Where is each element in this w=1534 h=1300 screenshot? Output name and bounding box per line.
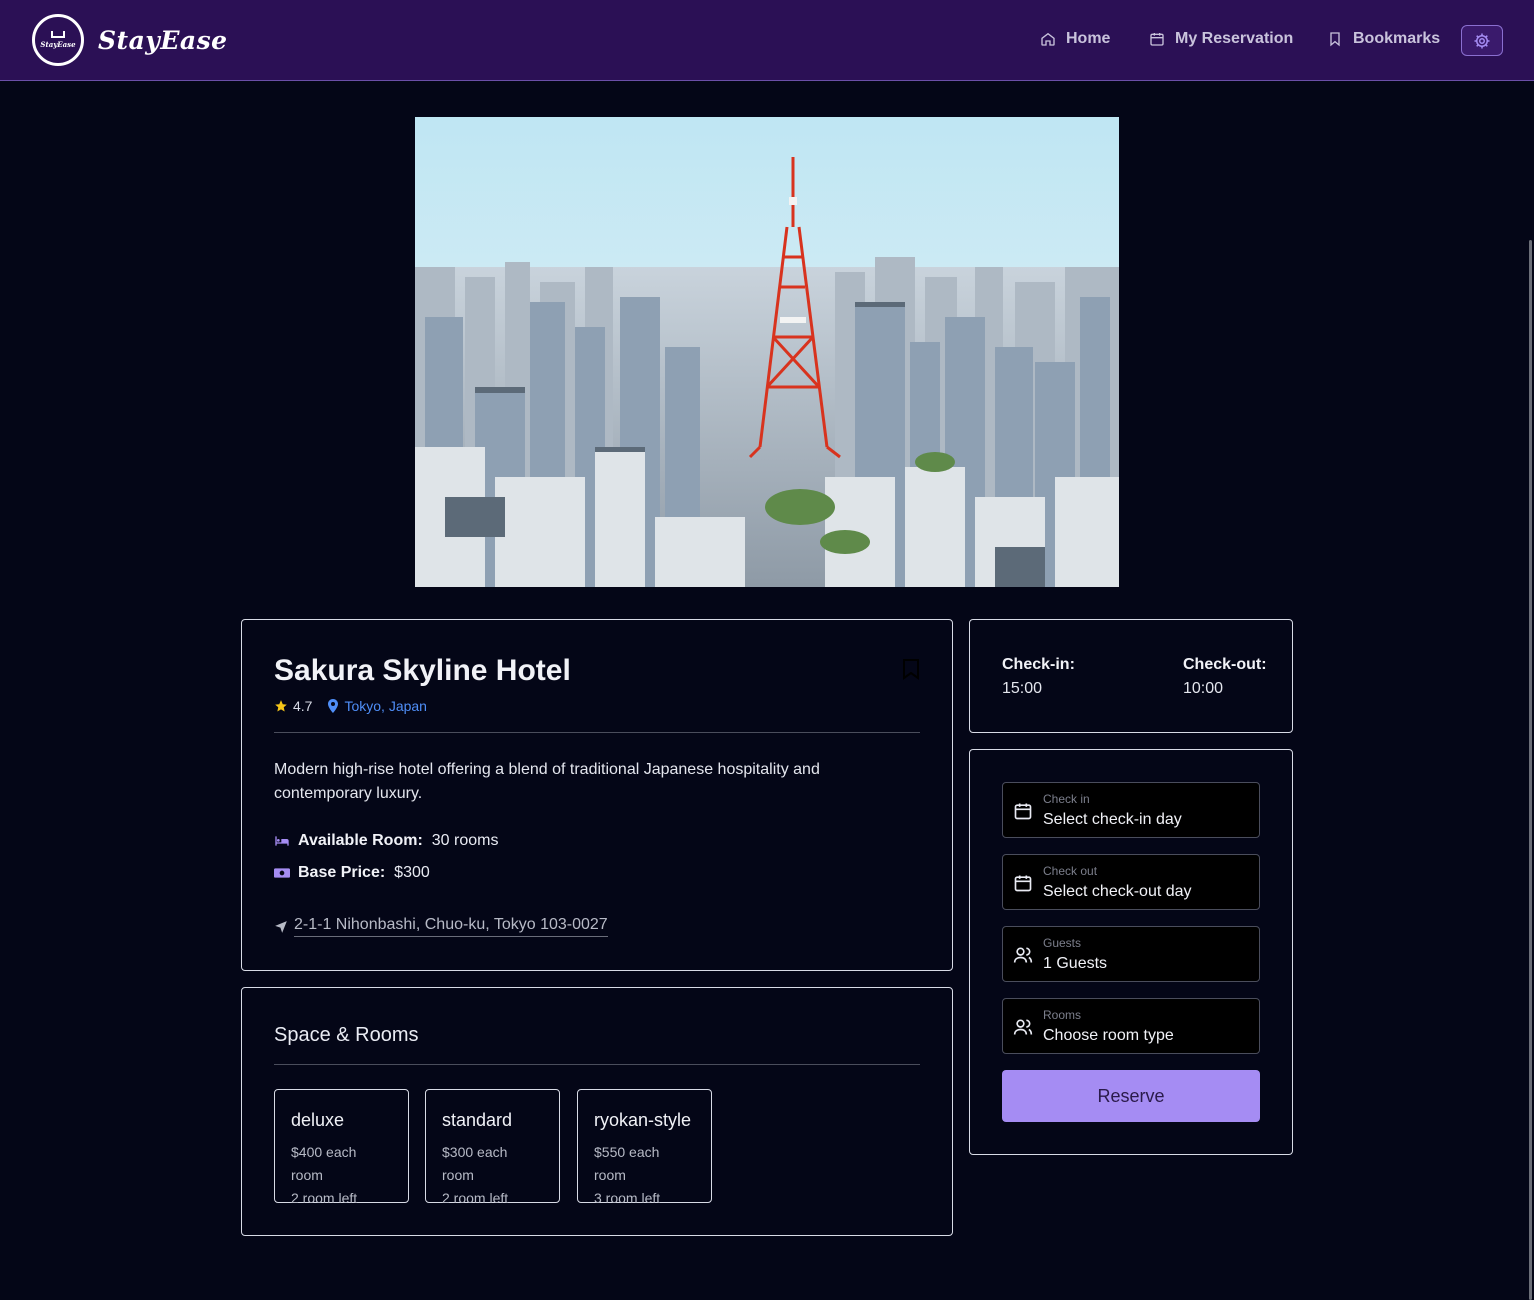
bed-icon [275,836,289,846]
nav-my-reservation-label: My Reservation [1175,30,1294,47]
nav-my-reservation[interactable]: My Reservation [1149,30,1293,48]
room-name: deluxe [291,1110,345,1130]
hotel-address-text: 2-1-1 Nihonbashi, Chuo-ku, Tokyo 103-002… [294,916,608,937]
divider [274,1064,920,1065]
base-price-row: Base Price: $300 [274,864,430,882]
room-price: $300 each room [442,1144,508,1183]
rooms-selector[interactable]: Rooms Choose room type [1002,998,1260,1054]
room-card-standard[interactable]: standard $300 each room 2 room left [425,1089,560,1206]
checkin-times-card: Check-in: 15:00 Check-out: 10:00 [969,619,1293,733]
available-room-row: Available Room: 30 rooms [274,832,498,850]
room-price: $550 each room [594,1144,660,1183]
nav-home-label: Home [1066,30,1111,47]
bookmark-icon [1330,32,1340,47]
brand-name[interactable]: StayEase [98,26,228,55]
bookmark-icon [903,659,919,680]
room-name: ryokan-style [594,1110,692,1130]
check-in-value: Select check-in day [1043,811,1182,828]
check-out-date-picker[interactable]: Check out Select check-out day [1002,854,1260,910]
tokyo-skyline-image [415,117,1119,587]
top-navbar: StayEase StayEase Home My Reservation Bo… [0,0,1534,81]
hotel-info-card: Sakura Skyline Hotel 4.7 Tokyo, Japan Mo… [241,619,953,971]
money-icon [274,868,290,878]
check-out-label: Check out [1043,864,1098,878]
hotel-rating: 4.7 [293,698,313,714]
calendar-icon [1014,875,1032,892]
checkout-label: Check-out: [1183,656,1267,673]
room-availability: 3 room left [594,1190,661,1206]
nav-home[interactable]: Home [1040,30,1110,48]
base-price-value: $300 [394,864,430,881]
rooms-section-title: Space & Rooms [274,1024,419,1046]
base-price-label: Base Price: [298,864,386,881]
nav-bookmarks[interactable]: Bookmarks [1327,30,1440,48]
checkout-time: 10:00 [1183,680,1224,697]
checkin-time: 15:00 [1002,680,1043,697]
rooms-label: Rooms [1043,1008,1082,1022]
guests-selector[interactable]: Guests 1 Guests [1002,926,1260,982]
hotel-hero-image [415,117,1119,587]
guests-label: Guests [1043,936,1082,950]
hotel-location-link[interactable]: Tokyo, Japan [344,698,427,714]
gear-icon [1474,33,1490,48]
room-card-ryokan-style[interactable]: ryokan-style $550 each room 3 room left [577,1089,712,1206]
logo[interactable]: StayEase [32,14,84,66]
room-name: standard [442,1110,513,1130]
hotel-meta: 4.7 Tokyo, Japan [274,698,427,714]
available-room-label: Available Room: [298,832,423,849]
bed-icon [51,31,65,38]
check-in-label: Check in [1043,792,1090,806]
guests-value: 1 Guests [1043,955,1108,972]
room-availability: 2 room left [442,1190,509,1206]
rooms-value: Choose room type [1043,1027,1174,1044]
nav-bookmarks-label: Bookmarks [1353,30,1441,47]
settings-button[interactable] [1461,25,1503,56]
room-card-deluxe[interactable]: deluxe $400 each room 2 room left [274,1089,409,1206]
bookmark-toggle-button[interactable] [902,658,920,685]
booking-form-card: Check in Select check-in day Check out S… [969,749,1293,1155]
calendar-icon [1014,803,1032,820]
check-in-date-picker[interactable]: Check in Select check-in day [1002,782,1260,838]
room-availability: 2 room left [291,1190,358,1206]
check-out-value: Select check-out day [1043,883,1192,900]
reserve-button[interactable]: Reserve [1002,1070,1260,1122]
map-pin-icon [328,699,339,713]
hotel-address[interactable]: 2-1-1 Nihonbashi, Chuo-ku, Tokyo 103-002… [274,916,608,937]
available-room-value: 30 rooms [431,832,499,849]
navigation-arrow-icon [275,920,287,933]
users-icon [1013,947,1033,963]
page-scrollbar[interactable] [1529,240,1532,1300]
room-price: $400 each room [291,1144,357,1183]
hotel-description: Modern high-rise hotel offering a blend … [274,761,820,802]
home-icon [1041,32,1055,46]
checkin-label: Check-in: [1002,656,1075,673]
star-icon [275,700,287,712]
rooms-card: Space & Rooms deluxe $400 each room 2 ro… [241,987,953,1236]
divider [274,732,920,733]
users-icon [1013,1019,1033,1035]
logo-text: StayEase [40,40,76,49]
calendar-icon [1150,33,1164,46]
hotel-name: Sakura Skyline Hotel [274,654,571,687]
